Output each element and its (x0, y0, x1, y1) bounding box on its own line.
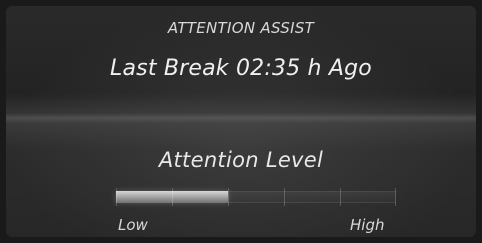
screen-title: ATTENTION ASSIST (167, 19, 315, 37)
attention-level-tick (395, 188, 396, 206)
attention-level-tick (116, 188, 117, 206)
attention-level-tick (284, 188, 285, 206)
attention-level-bar (116, 186, 396, 210)
last-break-status: Last Break 02:35 h Ago (110, 56, 372, 81)
attention-level-tick (228, 188, 229, 206)
display-panel: ATTENTION ASSIST Last Break 02:35 h Ago … (6, 6, 476, 237)
section-divider (6, 113, 476, 123)
attention-low-label: Low (118, 216, 148, 234)
attention-level-tick (172, 188, 173, 206)
attention-high-label: High (350, 216, 385, 234)
attention-level-tick (340, 188, 341, 206)
attention-level-title: Attention Level (158, 148, 324, 172)
attention-assist-screen: ATTENTION ASSIST Last Break 02:35 h Ago … (0, 0, 482, 243)
